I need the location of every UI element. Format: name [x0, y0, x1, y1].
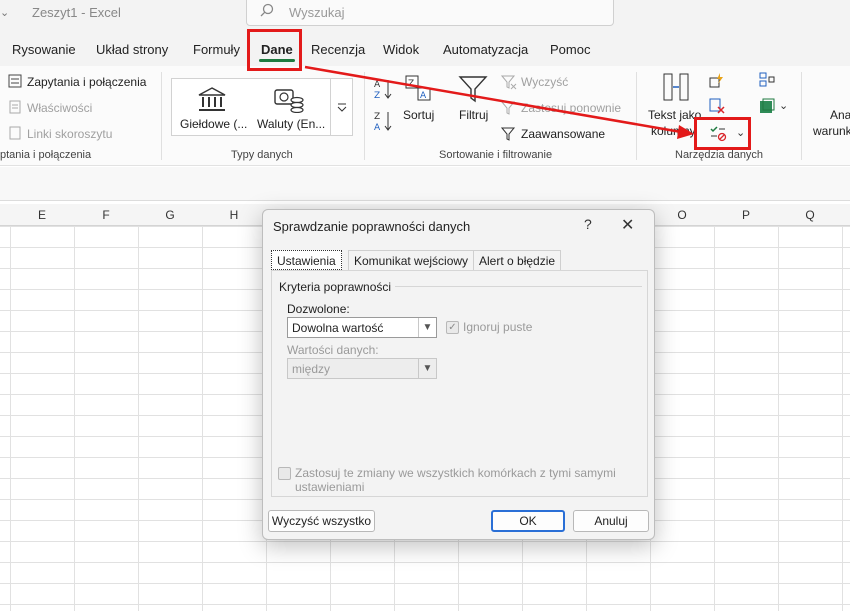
tab-input-message[interactable]: Komunikat wejściowy — [348, 250, 475, 270]
queries-group-label: ptania i połączenia — [0, 149, 92, 161]
edit-links-icon — [9, 126, 21, 140]
ribbon-panel: Zapytania i połączenia Właściwości Linki… — [0, 66, 850, 166]
tab-widok[interactable]: Widok — [383, 42, 419, 57]
advanced-filter-icon — [501, 127, 516, 141]
chevron-down-icon: ▼ — [418, 318, 436, 337]
data-label: Wartości danych: — [287, 343, 379, 357]
sort-filter-group-label: Sortowanie i filtrowanie — [439, 149, 553, 161]
edit-links-button[interactable]: Linki skoroszytu — [27, 127, 112, 141]
tab-formuly[interactable]: Formuły — [193, 42, 240, 57]
bank-icon — [198, 87, 226, 111]
title-bar: ⌄ Zeszyt1 - Excel Wyszukaj — [0, 0, 850, 32]
text-to-columns-icon — [663, 73, 689, 101]
data-types-group-label: Typy danych — [231, 149, 293, 161]
consolidate-icon[interactable] — [759, 72, 775, 88]
svg-text:A: A — [374, 80, 381, 90]
ignore-blank-label: Ignoruj puste — [463, 320, 533, 334]
data-types-gallery: Giełdowe (... Waluty (En... — [171, 78, 353, 136]
help-icon[interactable]: ? — [584, 216, 592, 232]
column-header[interactable]: Q — [778, 208, 842, 222]
reapply-icon — [501, 101, 516, 115]
advanced-filter-button[interactable]: Zaawansowane — [521, 127, 605, 141]
tab-recenzja[interactable]: Recenzja — [311, 42, 365, 57]
allow-select-value: Dowolna wartość — [292, 321, 384, 335]
column-header[interactable]: G — [138, 208, 202, 222]
cancel-button[interactable]: Anuluj — [573, 510, 649, 532]
svg-text:Z: Z — [374, 91, 380, 100]
data-validation-dialog: Sprawdzanie poprawności danych ? ✕ Ustaw… — [262, 209, 655, 540]
clear-all-button[interactable]: Wyczyść wszystko — [268, 510, 375, 532]
apply-all-label: Zastosuj te zmiany we wszystkich komórka… — [295, 466, 616, 494]
filter-button[interactable]: Filtruj — [459, 108, 488, 122]
tab-rysowanie[interactable]: Rysowanie — [12, 42, 76, 57]
close-icon[interactable]: ✕ — [621, 215, 634, 235]
allow-label: Dozwolone: — [287, 302, 350, 316]
data-model-icon[interactable] — [759, 98, 775, 114]
quick-access-chevron-icon[interactable]: ⌄ — [0, 6, 9, 19]
group-separator — [636, 72, 637, 160]
remove-duplicates-icon[interactable] — [709, 98, 725, 114]
highlight-data-validation — [694, 117, 751, 150]
search-icon — [260, 3, 274, 17]
properties-icon — [9, 100, 21, 114]
stocks-datatype-button[interactable]: Giełdowe (... — [180, 117, 247, 131]
filter-icon — [458, 76, 488, 103]
clear-filter-button[interactable]: Wyczyść — [521, 75, 568, 89]
svg-text:Z: Z — [408, 79, 414, 89]
sort-button[interactable]: Sortuj — [403, 108, 434, 122]
queries-connections-icon — [8, 74, 22, 88]
apply-all-checkbox[interactable] — [278, 467, 291, 480]
currency-icon — [274, 89, 304, 113]
clear-filter-icon — [501, 75, 517, 90]
group-separator — [364, 72, 365, 160]
text-to-columns-label-2[interactable]: kolumny — [651, 124, 696, 138]
column-header[interactable]: F — [74, 208, 138, 222]
properties-button[interactable]: Właściwości — [27, 101, 92, 115]
what-if-analysis-label-2[interactable]: warunk — [813, 124, 850, 138]
tab-error-alert[interactable]: Alert o błędzie — [473, 250, 562, 270]
tab-uklad-strony[interactable]: Układ strony — [96, 42, 168, 57]
svg-text:A: A — [420, 91, 427, 101]
flash-fill-icon[interactable] — [709, 72, 725, 88]
group-separator — [161, 72, 162, 160]
data-model-dropdown-icon[interactable]: ⌄ — [779, 99, 788, 112]
data-tools-group-label: Narzędzia danych — [675, 149, 764, 161]
queries-connections-button[interactable]: Zapytania i połączenia — [27, 75, 146, 89]
svg-text:Z: Z — [374, 112, 380, 122]
tab-pomoc[interactable]: Pomoc — [550, 42, 590, 57]
search-placeholder: Wyszukaj — [289, 5, 345, 20]
allow-select[interactable]: Dowolna wartość ▼ — [287, 317, 437, 338]
data-select-value: między — [292, 362, 331, 376]
ok-button[interactable]: OK — [491, 510, 565, 532]
reapply-button[interactable]: Zastosuj ponownie — [521, 101, 621, 115]
window-title: Zeszyt1 - Excel — [32, 5, 121, 20]
column-header[interactable]: E — [10, 208, 74, 222]
highlight-dane-tab — [247, 29, 302, 71]
criteria-label: Kryteria poprawności — [279, 280, 396, 294]
sort-icon: ZA — [405, 75, 431, 101]
what-if-analysis-label-1[interactable]: Ana — [830, 108, 850, 122]
column-header[interactable]: P — [714, 208, 778, 222]
ignore-blank-checkbox[interactable]: ✓ — [446, 321, 459, 334]
currencies-datatype-button[interactable]: Waluty (En... — [257, 117, 325, 131]
dialog-title: Sprawdzanie poprawności danych — [273, 219, 471, 234]
settings-panel: Kryteria poprawności Dozwolone: Dowolna … — [271, 270, 648, 497]
data-select[interactable]: między ▼ — [287, 358, 437, 379]
tab-automatyzacja[interactable]: Automatyzacja — [443, 42, 528, 57]
sort-za-icon[interactable]: ZA — [374, 110, 392, 132]
column-header[interactable]: H — [202, 208, 266, 222]
sort-az-icon[interactable]: AZ — [374, 78, 392, 100]
gallery-more-button[interactable] — [330, 79, 352, 135]
group-separator — [801, 72, 802, 160]
gallery-expand-icon — [337, 103, 347, 112]
tab-settings[interactable]: Ustawienia — [271, 250, 342, 270]
search-box[interactable]: Wyszukaj — [246, 0, 614, 26]
svg-text:A: A — [374, 123, 381, 132]
formula-bar-area — [0, 167, 850, 201]
column-header[interactable]: O — [650, 208, 714, 222]
fieldset-divider — [384, 286, 642, 287]
ribbon-tabs: Rysowanie Układ strony Formuły Dane Rece… — [0, 32, 850, 66]
chevron-down-icon: ▼ — [418, 359, 436, 378]
